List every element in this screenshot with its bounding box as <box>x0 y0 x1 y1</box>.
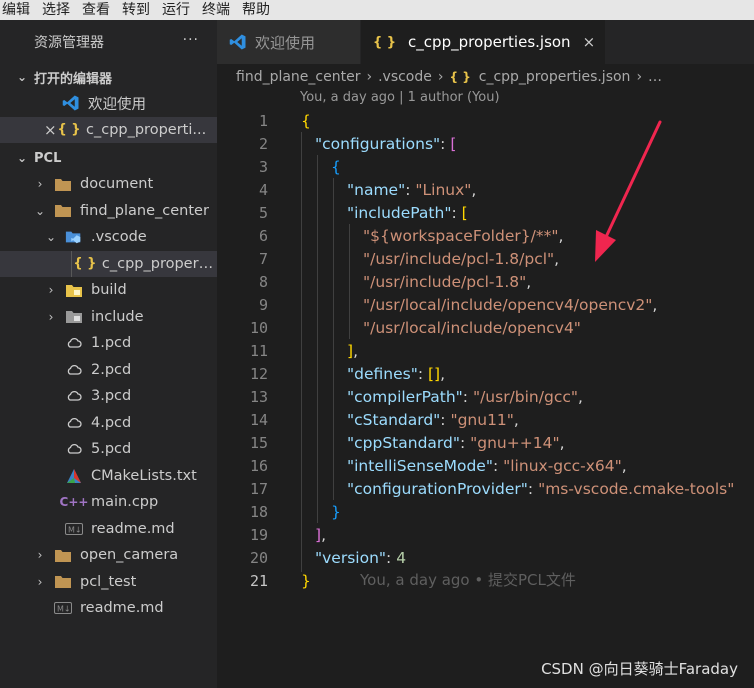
watermark: CSDN @向日葵骑士Faraday <box>541 660 738 678</box>
annotation-arrow <box>595 120 662 262</box>
